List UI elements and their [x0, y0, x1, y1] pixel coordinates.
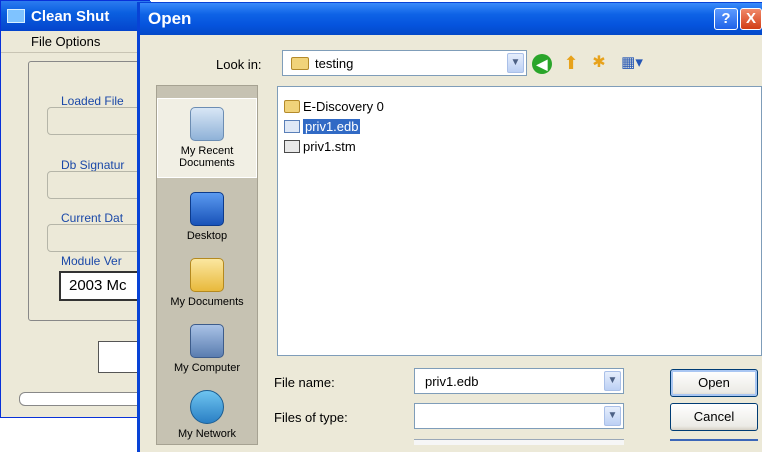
files-of-type-select[interactable]: ▼	[414, 403, 624, 429]
close-button[interactable]: X	[740, 8, 762, 30]
place-label: My Computer	[173, 362, 241, 374]
cancel-button[interactable]: Cancel	[670, 403, 758, 431]
files-of-type-label: Files of type:	[274, 410, 348, 425]
progress-bar	[19, 392, 151, 406]
look-in-value: testing	[315, 56, 354, 71]
recent-documents-icon	[190, 107, 224, 141]
look-in-select[interactable]: testing ▼	[282, 50, 527, 76]
open-dialog: Open ? X Look in: testing ▼ ◀ ⬆ ✱ ▦▾ My …	[137, 2, 762, 452]
place-label: My Network	[177, 428, 237, 440]
db-signature-label: Db Signatur	[61, 158, 125, 172]
place-label: My Recent Documents	[179, 145, 235, 169]
desktop-icon	[190, 192, 224, 226]
file-name-label: File name:	[274, 375, 335, 390]
list-item[interactable]: E-Discovery 0	[284, 99, 384, 117]
new-folder-icon[interactable]: ✱	[588, 52, 610, 74]
open-as-read-only-edge	[414, 439, 624, 445]
chevron-down-icon[interactable]: ▼	[604, 371, 621, 391]
loaded-file-label: Loaded File	[61, 94, 124, 108]
folder-icon	[284, 100, 300, 113]
my-network-icon	[190, 390, 224, 424]
menu-bar: File Options	[1, 31, 151, 53]
places-bar: My Recent Documents Desktop My Documents…	[156, 85, 258, 445]
place-my-documents[interactable]: My Documents	[157, 258, 257, 308]
place-my-computer[interactable]: My Computer	[157, 324, 257, 374]
clean-shutdown-title: Clean Shut	[31, 8, 110, 25]
file-name-input[interactable]: priv1.edb ▼	[414, 368, 624, 394]
list-item[interactable]: priv1.stm	[284, 139, 356, 157]
file-name: priv1.edb	[303, 119, 361, 134]
place-desktop[interactable]: Desktop	[157, 192, 257, 242]
open-dialog-title-bar[interactable]: Open ? X	[140, 3, 762, 35]
button-edge	[670, 439, 758, 445]
folder-icon	[291, 57, 309, 70]
chevron-down-icon[interactable]: ▼	[507, 53, 524, 73]
clean-shutdown-window: Clean Shut File Options Loaded File Db S…	[0, 0, 151, 418]
loaded-file-field	[47, 107, 147, 135]
current-date-label: Current Dat	[61, 211, 124, 225]
stm-file-icon	[284, 140, 300, 153]
file-name-value: priv1.edb	[425, 374, 479, 389]
look-in-label: Look in:	[216, 57, 262, 72]
up-folder-icon[interactable]: ⬆	[560, 52, 582, 74]
back-icon[interactable]: ◀	[532, 54, 552, 74]
views-menu-icon[interactable]: ▦▾	[618, 52, 646, 74]
app-icon	[7, 9, 25, 23]
file-name: E-Discovery 0	[303, 99, 384, 114]
db-signature-field	[47, 171, 147, 199]
open-dialog-title: Open	[148, 9, 192, 28]
file-name: priv1.stm	[303, 139, 356, 154]
chevron-down-icon[interactable]: ▼	[604, 406, 621, 426]
place-label: Desktop	[186, 230, 228, 242]
place-label: My Documents	[170, 296, 244, 308]
open-button[interactable]: Open	[670, 369, 758, 397]
file-list[interactable]: E-Discovery 0 priv1.edb priv1.stm	[277, 86, 762, 356]
list-item[interactable]: priv1.edb	[284, 119, 361, 137]
my-documents-icon	[190, 258, 224, 292]
clean-shutdown-title-bar[interactable]: Clean Shut	[1, 1, 151, 31]
module-version-select[interactable]: 2003 Mc	[59, 271, 149, 301]
module-version-label: Module Ver	[61, 254, 122, 268]
my-computer-icon	[190, 324, 224, 358]
place-my-recent-documents[interactable]: My Recent Documents	[157, 98, 257, 178]
help-button[interactable]: ?	[714, 8, 738, 30]
menu-file-options[interactable]: File Options	[31, 34, 100, 49]
edb-file-icon	[284, 120, 300, 133]
current-date-field	[47, 224, 147, 252]
place-my-network[interactable]: My Network	[157, 390, 257, 440]
